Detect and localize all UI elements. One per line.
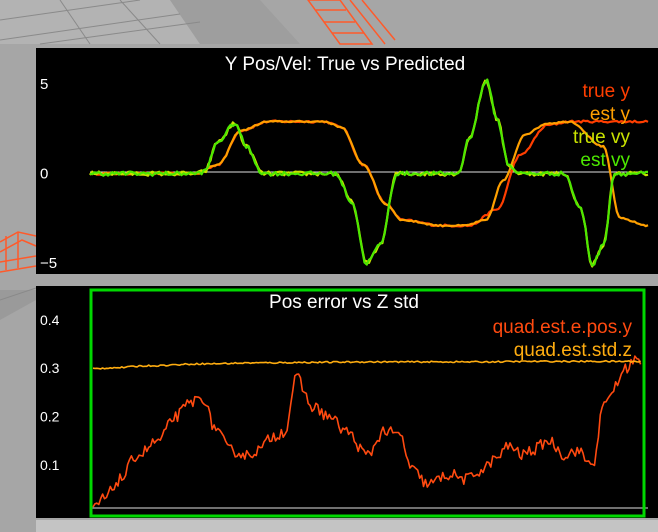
legend-entry-true-y: true y [582,81,630,102]
plot-y-pos-vel[interactable]: Y Pos/Vel: True vs Predicted 5 0 −5 true y… [36,48,658,274]
y-tick-label-0: 0 [40,166,48,183]
y-tick-label-5: −5 [40,255,57,272]
sim-viewport: Y Pos/Vel: True vs Predicted 5 0 −5 true y… [0,0,658,532]
y-tick-label-0-4: 0.4 [40,312,60,328]
plot-background [36,48,658,274]
legend-entry-quad-est-e-pos-y: quad.est.e.pos.y [493,317,633,338]
legend-entry-est-y: est y [590,104,631,125]
y-tick-label-5: 5 [40,76,48,93]
plot-pos-error-vs-z-std[interactable]: Pos error vs Z std 0.4 0.3 0.2 0.1 quad.est… [36,286,658,518]
y-tick-label-0-1: 0.1 [40,457,60,473]
plot-title: Pos error vs Z std [269,292,419,313]
legend-entry-est-vy: est vy [580,150,630,171]
plot-title: Y Pos/Vel: True vs Predicted [225,54,465,75]
legend-entry-true-vy: true vy [573,127,631,148]
legend-entry-quad-est-std-z: quad.est.std.z [514,340,632,361]
y-tick-label-0-2: 0.2 [40,409,60,425]
y-tick-label-0-3: 0.3 [40,360,60,376]
